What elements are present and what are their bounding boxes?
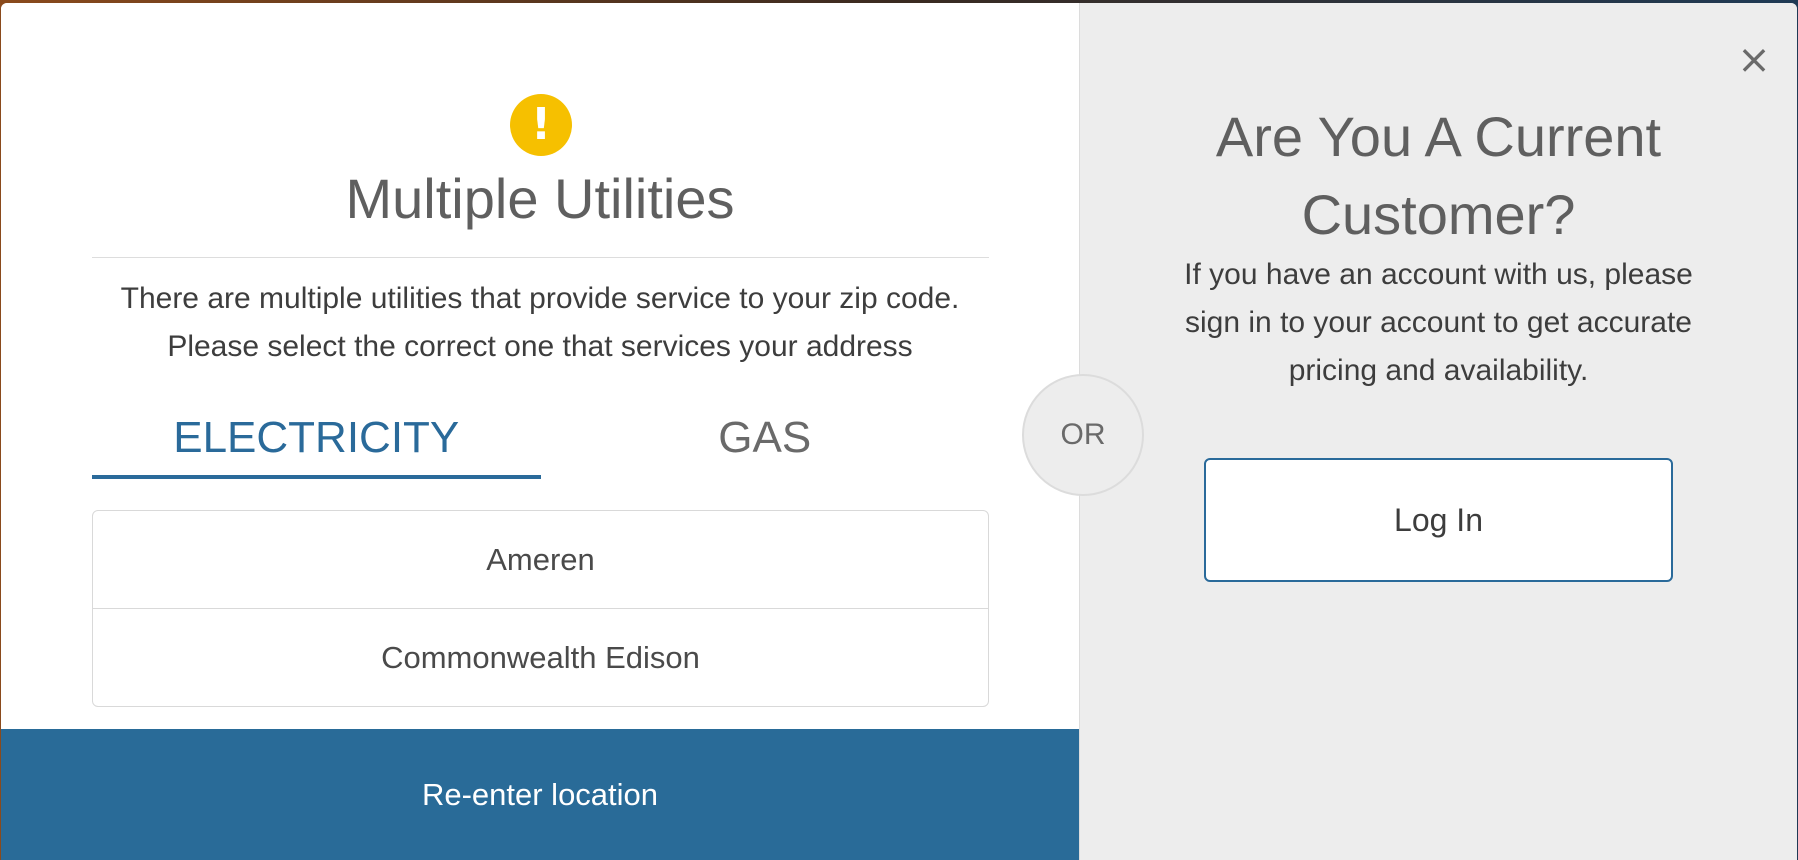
description-line: Please select the correct one that servi… — [167, 330, 913, 363]
utility-type-tabs: ELECTRICITY GAS — [92, 408, 990, 479]
current-customer-description: If you have an account with us, please s… — [1140, 251, 1737, 395]
description: There are multiple utilities that provid… — [61, 275, 1019, 371]
or-divider-badge: OR — [1022, 374, 1144, 496]
tab-electricity[interactable]: ELECTRICITY — [92, 408, 541, 479]
description-line: If you have an account with us, please — [1184, 258, 1693, 291]
login-button[interactable]: Log In — [1204, 458, 1673, 582]
utility-list: Ameren Commonwealth Edison — [92, 510, 989, 707]
page-title: Multiple Utilities — [345, 167, 735, 230]
exclamation-icon: ! — [510, 94, 572, 156]
current-customer-panel: × Are You A Current Customer? If you hav… — [1079, 3, 1797, 860]
description-line: pricing and availability. — [1288, 354, 1589, 387]
utility-selection-panel: ! Multiple Utilities There are multiple … — [1, 3, 1079, 860]
utility-modal: ! Multiple Utilities There are multiple … — [1, 3, 1797, 860]
close-icon[interactable]: × — [1737, 40, 1771, 80]
divider — [92, 257, 989, 258]
title-line: Are You A Current — [1215, 105, 1662, 168]
tab-gas[interactable]: GAS — [541, 408, 990, 476]
utility-option-commonwealth-edison[interactable]: Commonwealth Edison — [93, 608, 988, 706]
reenter-location-button[interactable]: Re-enter location — [1, 729, 1079, 860]
utility-option-ameren[interactable]: Ameren — [93, 511, 988, 608]
description-line: There are multiple utilities that provid… — [120, 282, 960, 315]
title-line: Customer? — [1301, 183, 1576, 246]
current-customer-title: Are You A Current Customer? — [1140, 98, 1737, 254]
description-line: sign in to your account to get accurate — [1185, 306, 1692, 339]
